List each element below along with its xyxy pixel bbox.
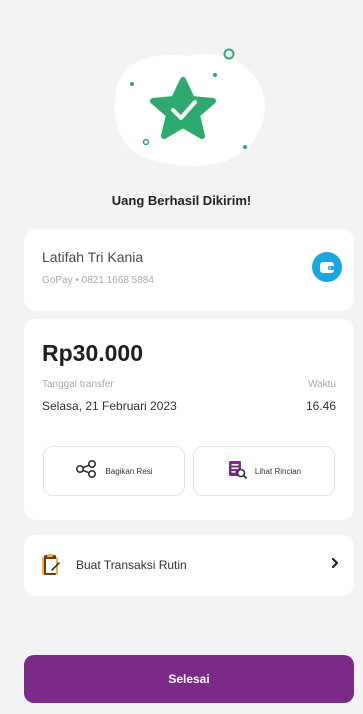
transfer-amount: Rp30.000	[42, 340, 144, 366]
success-illustration	[0, 0, 363, 190]
share-icon	[75, 459, 97, 483]
create-routine-transaction-label: Buat Transaksi Rutin	[76, 558, 187, 572]
transfer-time-value: 16.46	[305, 399, 336, 413]
wallet-icon	[312, 252, 342, 282]
clipboard-icon	[40, 553, 62, 582]
view-details-label: Lihat Rincian	[254, 466, 302, 476]
share-receipt-button[interactable]: Bagikan Resi	[43, 446, 185, 496]
chevron-right-icon	[330, 556, 340, 575]
recipient-card: Latifah Tri Kania GoPay • 0821 1668 5884	[24, 229, 354, 311]
create-routine-transaction-row[interactable]: Buat Transaksi Rutin	[24, 535, 354, 596]
receipt-detail-icon	[227, 459, 247, 484]
transfer-date-label: Tanggal transfer	[42, 379, 114, 390]
transfer-date-value: Selasa, 21 Februari 2023	[42, 399, 177, 413]
share-receipt-label: Bagikan Resi	[105, 466, 153, 476]
view-details-button[interactable]: Lihat Rincian	[193, 446, 335, 496]
recipient-name: Latifah Tri Kania	[42, 249, 144, 265]
success-star-icon	[114, 48, 265, 166]
transfer-time-label: Waktu	[308, 379, 336, 390]
transfer-details-card: Rp30.000 Tanggal transfer Selasa, 21 Feb…	[24, 319, 354, 520]
done-button[interactable]: Selesai	[24, 655, 354, 703]
recipient-account: GoPay • 0821 1668 5884	[42, 275, 154, 286]
success-title: Uang Berhasil Dikirim!	[111, 193, 252, 208]
